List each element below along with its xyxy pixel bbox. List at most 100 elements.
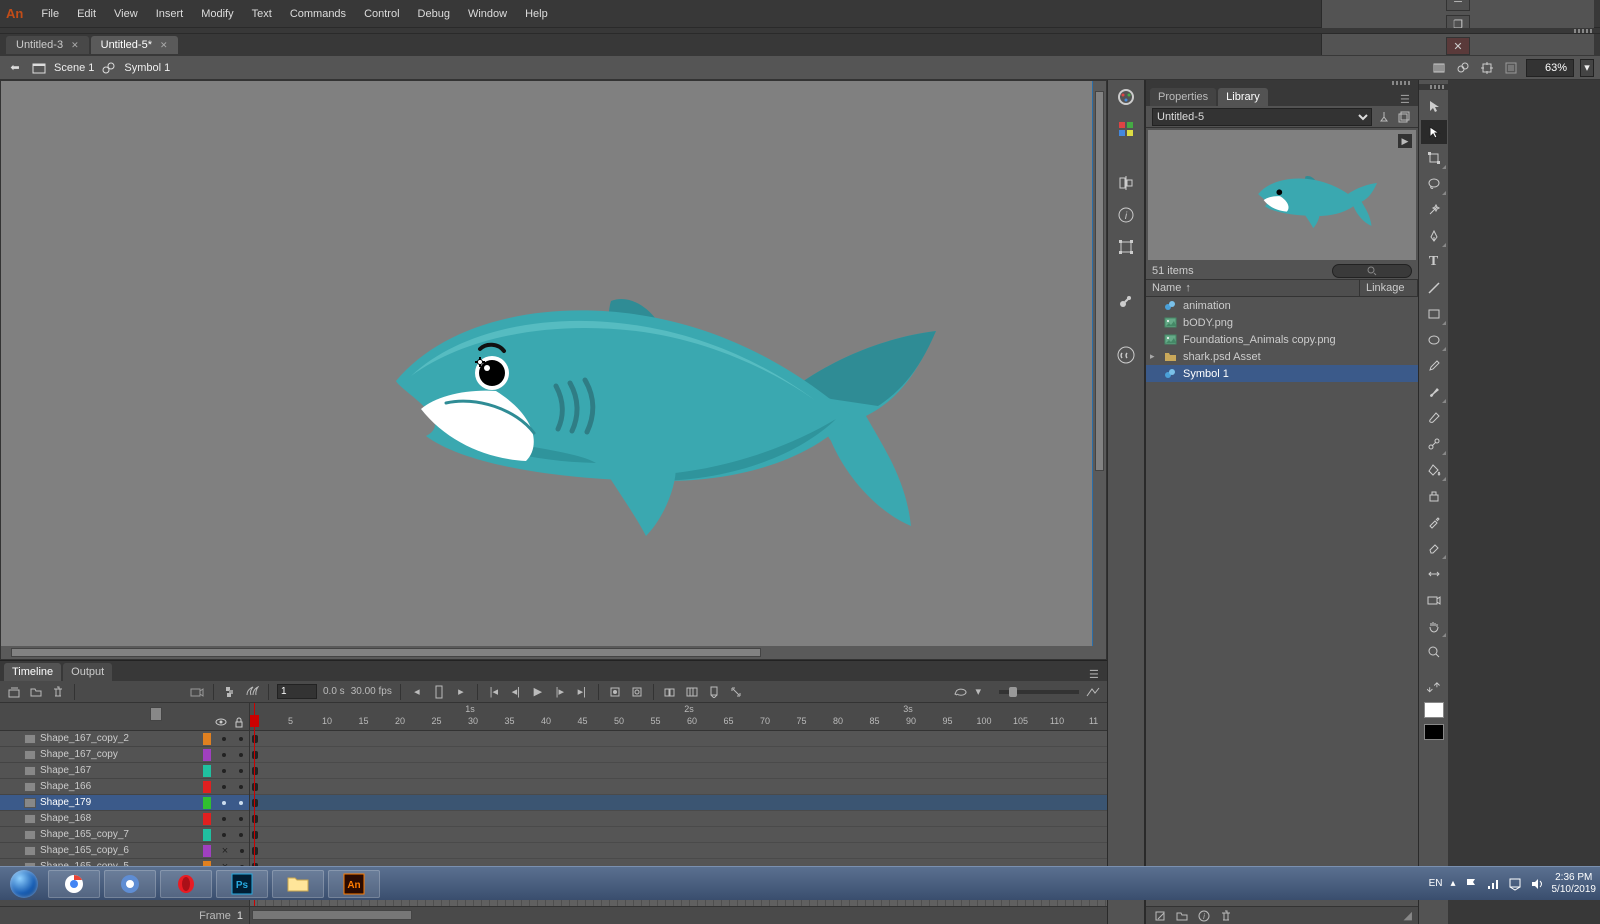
tray-arrow-icon[interactable]: ▴ <box>1450 878 1455 889</box>
layer-color-swatch[interactable] <box>203 845 211 857</box>
tray-clock[interactable]: 2:36 PM 5/10/2019 <box>1552 872 1597 896</box>
tab-output[interactable]: Output <box>63 663 112 681</box>
subselection-tool[interactable] <box>1421 120 1447 144</box>
frame-row[interactable] <box>250 779 1107 795</box>
menu-insert[interactable]: Insert <box>148 4 192 24</box>
layer-height-slider[interactable] <box>150 707 162 721</box>
go-last-button[interactable]: ▸| <box>574 684 590 700</box>
eraser-tool[interactable] <box>1421 536 1447 560</box>
library-item[interactable]: animation <box>1146 297 1418 314</box>
visibility-dot[interactable] <box>222 785 226 789</box>
hand-tool[interactable] <box>1421 614 1447 638</box>
scene-name[interactable]: Scene 1 <box>54 62 94 74</box>
zoom-tool[interactable] <box>1421 640 1447 664</box>
layer-color-swatch[interactable] <box>203 813 211 825</box>
layer-color-swatch[interactable] <box>203 749 211 761</box>
layer-row[interactable]: Shape_179 <box>0 795 249 811</box>
align-panel-icon[interactable] <box>1115 172 1137 194</box>
zoom-input[interactable]: 63% <box>1526 59 1574 77</box>
lock-dot[interactable] <box>240 849 244 853</box>
pen-tool[interactable] <box>1421 224 1447 248</box>
swap-colors-icon[interactable] <box>1421 676 1447 700</box>
insert-blank-keyframe-btn[interactable] <box>629 684 645 700</box>
tools-grip[interactable] <box>1419 84 1448 90</box>
keyframe[interactable] <box>252 799 258 807</box>
loop-dropdown[interactable]: ▾ <box>975 685 981 698</box>
tray-lang[interactable]: EN <box>1429 878 1443 889</box>
minimize-button[interactable]: ─ <box>1446 0 1470 11</box>
cc-libraries-icon[interactable] <box>1115 344 1137 366</box>
pin-library-button[interactable] <box>1376 109 1392 125</box>
layer-row[interactable]: Shape_166 <box>0 779 249 795</box>
layer-row[interactable]: Shape_168 <box>0 811 249 827</box>
keyframe[interactable] <box>252 783 258 791</box>
frame-row[interactable] <box>250 827 1107 843</box>
frame-row[interactable] <box>250 811 1107 827</box>
tray-action-icon[interactable] <box>1508 877 1522 891</box>
oval-tool[interactable] <box>1421 328 1447 352</box>
center-stage-button[interactable] <box>1478 59 1496 77</box>
panel-menu-icon[interactable]: ☰ <box>1089 668 1103 681</box>
step-fwd-button[interactable]: ▸ <box>453 684 469 700</box>
visibility-dot[interactable] <box>222 833 226 837</box>
lock-dot[interactable] <box>239 753 243 757</box>
new-layer-button[interactable] <box>6 684 22 700</box>
ink-bottle-tool[interactable] <box>1421 484 1447 508</box>
frame-row[interactable] <box>250 763 1107 779</box>
menu-edit[interactable]: Edit <box>69 4 104 24</box>
step-back-button[interactable]: ◂ <box>409 684 425 700</box>
loop-button[interactable] <box>953 684 969 700</box>
layer-row[interactable]: Shape_167_copy_2 <box>0 731 249 747</box>
frame-row[interactable] <box>250 747 1107 763</box>
layer-color-swatch[interactable] <box>203 733 211 745</box>
insert-keyframe-btn[interactable] <box>607 684 623 700</box>
new-folder-button[interactable] <box>1174 908 1190 924</box>
linkage-column-header[interactable]: Linkage <box>1360 280 1418 296</box>
lock-icon[interactable] <box>233 716 245 728</box>
library-item[interactable]: Foundations_Animals copy.png <box>1146 331 1418 348</box>
tab-properties[interactable]: Properties <box>1150 88 1216 106</box>
frame-center-button[interactable] <box>431 684 447 700</box>
layer-row[interactable]: Shape_165_copy_7 <box>0 827 249 843</box>
tab-library[interactable]: Library <box>1218 88 1268 106</box>
library-document-select[interactable]: Untitled-5 <box>1152 108 1372 126</box>
clip-stage-button[interactable] <box>1502 59 1520 77</box>
layer-color-swatch[interactable] <box>203 781 211 793</box>
back-button[interactable]: ⬅ <box>6 59 24 77</box>
frame-row[interactable] <box>250 731 1107 747</box>
library-item[interactable]: bODY.png <box>1146 314 1418 331</box>
layer-color-swatch[interactable] <box>203 829 211 841</box>
timeline-zoom-slider[interactable] <box>999 690 1079 694</box>
keyframe[interactable] <box>252 831 258 839</box>
edit-symbol-button[interactable] <box>1454 59 1472 77</box>
task-opera[interactable] <box>160 870 212 898</box>
visibility-dot[interactable] <box>222 801 226 805</box>
camera-tool[interactable] <box>1421 588 1447 612</box>
symbol-name[interactable]: Symbol 1 <box>124 62 170 74</box>
new-folder-button[interactable] <box>28 684 44 700</box>
horizontal-scrollbar[interactable] <box>1 646 1106 659</box>
text-tool[interactable]: T <box>1421 250 1447 274</box>
play-button[interactable]: ▶ <box>530 684 546 700</box>
menu-commands[interactable]: Commands <box>282 4 354 24</box>
keyframe[interactable] <box>252 751 258 759</box>
tray-network-icon[interactable] <box>1486 877 1500 891</box>
visibility-dot[interactable] <box>222 737 226 741</box>
properties-button[interactable]: i <box>1196 908 1212 924</box>
stroke-color-swatch[interactable] <box>1424 702 1444 718</box>
frame-ruler[interactable]: 1510152025303540455055606570758085909510… <box>250 703 1107 731</box>
visibility-icon[interactable] <box>215 716 227 728</box>
name-column-header[interactable]: Name↑ <box>1146 280 1360 296</box>
close-tab-icon[interactable]: ✕ <box>160 40 168 51</box>
layer-color-swatch[interactable] <box>203 765 211 777</box>
doc-tab[interactable]: Untitled-5*✕ <box>91 36 178 54</box>
start-button[interactable] <box>4 869 44 899</box>
width-tool[interactable] <box>1421 562 1447 586</box>
visibility-dot[interactable] <box>222 817 226 821</box>
info-panel-icon[interactable]: i <box>1115 204 1137 226</box>
layer-color-swatch[interactable] <box>203 797 211 809</box>
frame-row[interactable] <box>250 795 1107 811</box>
hidden-icon[interactable]: × <box>220 846 230 856</box>
layer-row[interactable]: Shape_165_copy_6× <box>0 843 249 859</box>
lock-dot[interactable] <box>239 737 243 741</box>
